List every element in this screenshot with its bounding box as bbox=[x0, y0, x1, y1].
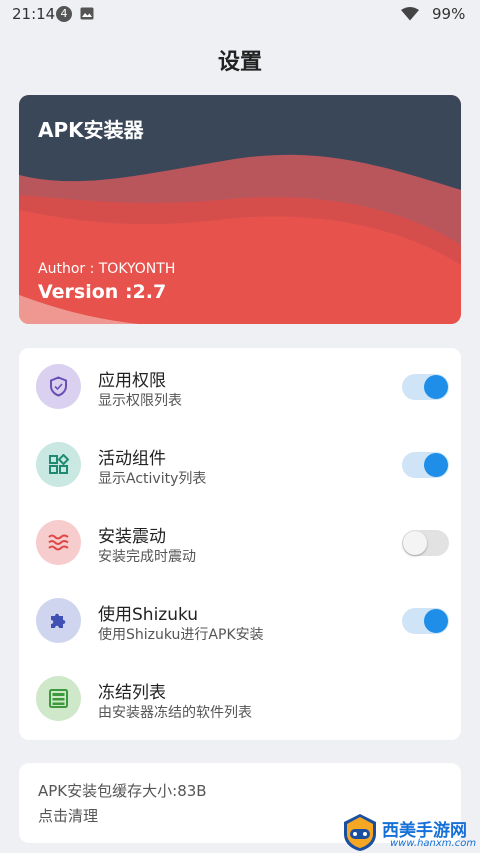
toggle-knob bbox=[424, 375, 448, 399]
notification-count-badge: 4 bbox=[56, 6, 72, 22]
shield-icon bbox=[36, 364, 81, 409]
toggle-knob bbox=[424, 609, 448, 633]
app-name: APK安装器 bbox=[38, 118, 144, 142]
widgets-icon bbox=[36, 442, 81, 487]
setting-subtitle: 显示Activity列表 bbox=[98, 471, 207, 487]
app-info-banner: APK安装器 Author : TOKYONTH Version :2.7 bbox=[19, 95, 461, 324]
clear-cache-button[interactable]: 点击清理 bbox=[38, 805, 98, 826]
install-vibration-toggle[interactable] bbox=[402, 530, 449, 556]
setting-row-freeze-list[interactable]: 冻结列表 由安装器冻结的软件列表 bbox=[19, 660, 461, 738]
freeze-list-icon bbox=[36, 676, 81, 721]
puzzle-icon bbox=[36, 598, 81, 643]
activity-components-toggle[interactable] bbox=[402, 452, 449, 478]
status-bar: 21:14 4 99% bbox=[0, 0, 480, 28]
watermark-url: www.hanxm.com bbox=[390, 838, 477, 849]
setting-row-install-vibration[interactable]: 安装震动 安装完成时震动 bbox=[19, 504, 461, 582]
image-icon bbox=[80, 7, 94, 20]
version-label: Version :2.7 bbox=[38, 281, 167, 303]
setting-row-use-shizuku[interactable]: 使用Shizuku 使用Shizuku进行APK安装 bbox=[19, 582, 461, 660]
author-label: Author : TOKYONTH bbox=[38, 261, 176, 277]
setting-title: 使用Shizuku bbox=[98, 605, 199, 625]
use-shizuku-toggle[interactable] bbox=[402, 608, 449, 634]
setting-title: 活动组件 bbox=[98, 449, 166, 469]
cache-size-label: APK安装包缓存大小:83B bbox=[38, 782, 207, 800]
toggle-knob bbox=[403, 531, 427, 555]
setting-title: 应用权限 bbox=[98, 371, 166, 391]
controller-logo-icon bbox=[344, 814, 376, 851]
setting-title: 冻结列表 bbox=[98, 683, 166, 703]
toggle-knob bbox=[424, 453, 448, 477]
setting-row-activity-components[interactable]: 活动组件 显示Activity列表 bbox=[19, 426, 461, 504]
setting-subtitle: 显示权限列表 bbox=[98, 393, 182, 409]
vibration-icon bbox=[36, 520, 81, 565]
battery-percent: 99% bbox=[432, 5, 466, 23]
setting-subtitle: 使用Shizuku进行APK安装 bbox=[98, 627, 264, 643]
app-permissions-toggle[interactable] bbox=[402, 374, 449, 400]
page-title: 设置 bbox=[217, 50, 262, 75]
wifi-icon bbox=[401, 7, 419, 21]
setting-subtitle: 安装完成时震动 bbox=[98, 549, 196, 565]
setting-subtitle: 由安装器冻结的软件列表 bbox=[98, 705, 252, 721]
settings-card: 应用权限 显示权限列表 活动组件 显示Activity列表 安装震动 安装完成时… bbox=[19, 348, 461, 740]
setting-title: 安装震动 bbox=[98, 527, 166, 547]
site-watermark: 西美手游网 www.hanxm.com bbox=[338, 810, 480, 853]
status-time: 21:14 bbox=[12, 5, 56, 23]
setting-row-app-permissions[interactable]: 应用权限 显示权限列表 bbox=[19, 348, 461, 426]
